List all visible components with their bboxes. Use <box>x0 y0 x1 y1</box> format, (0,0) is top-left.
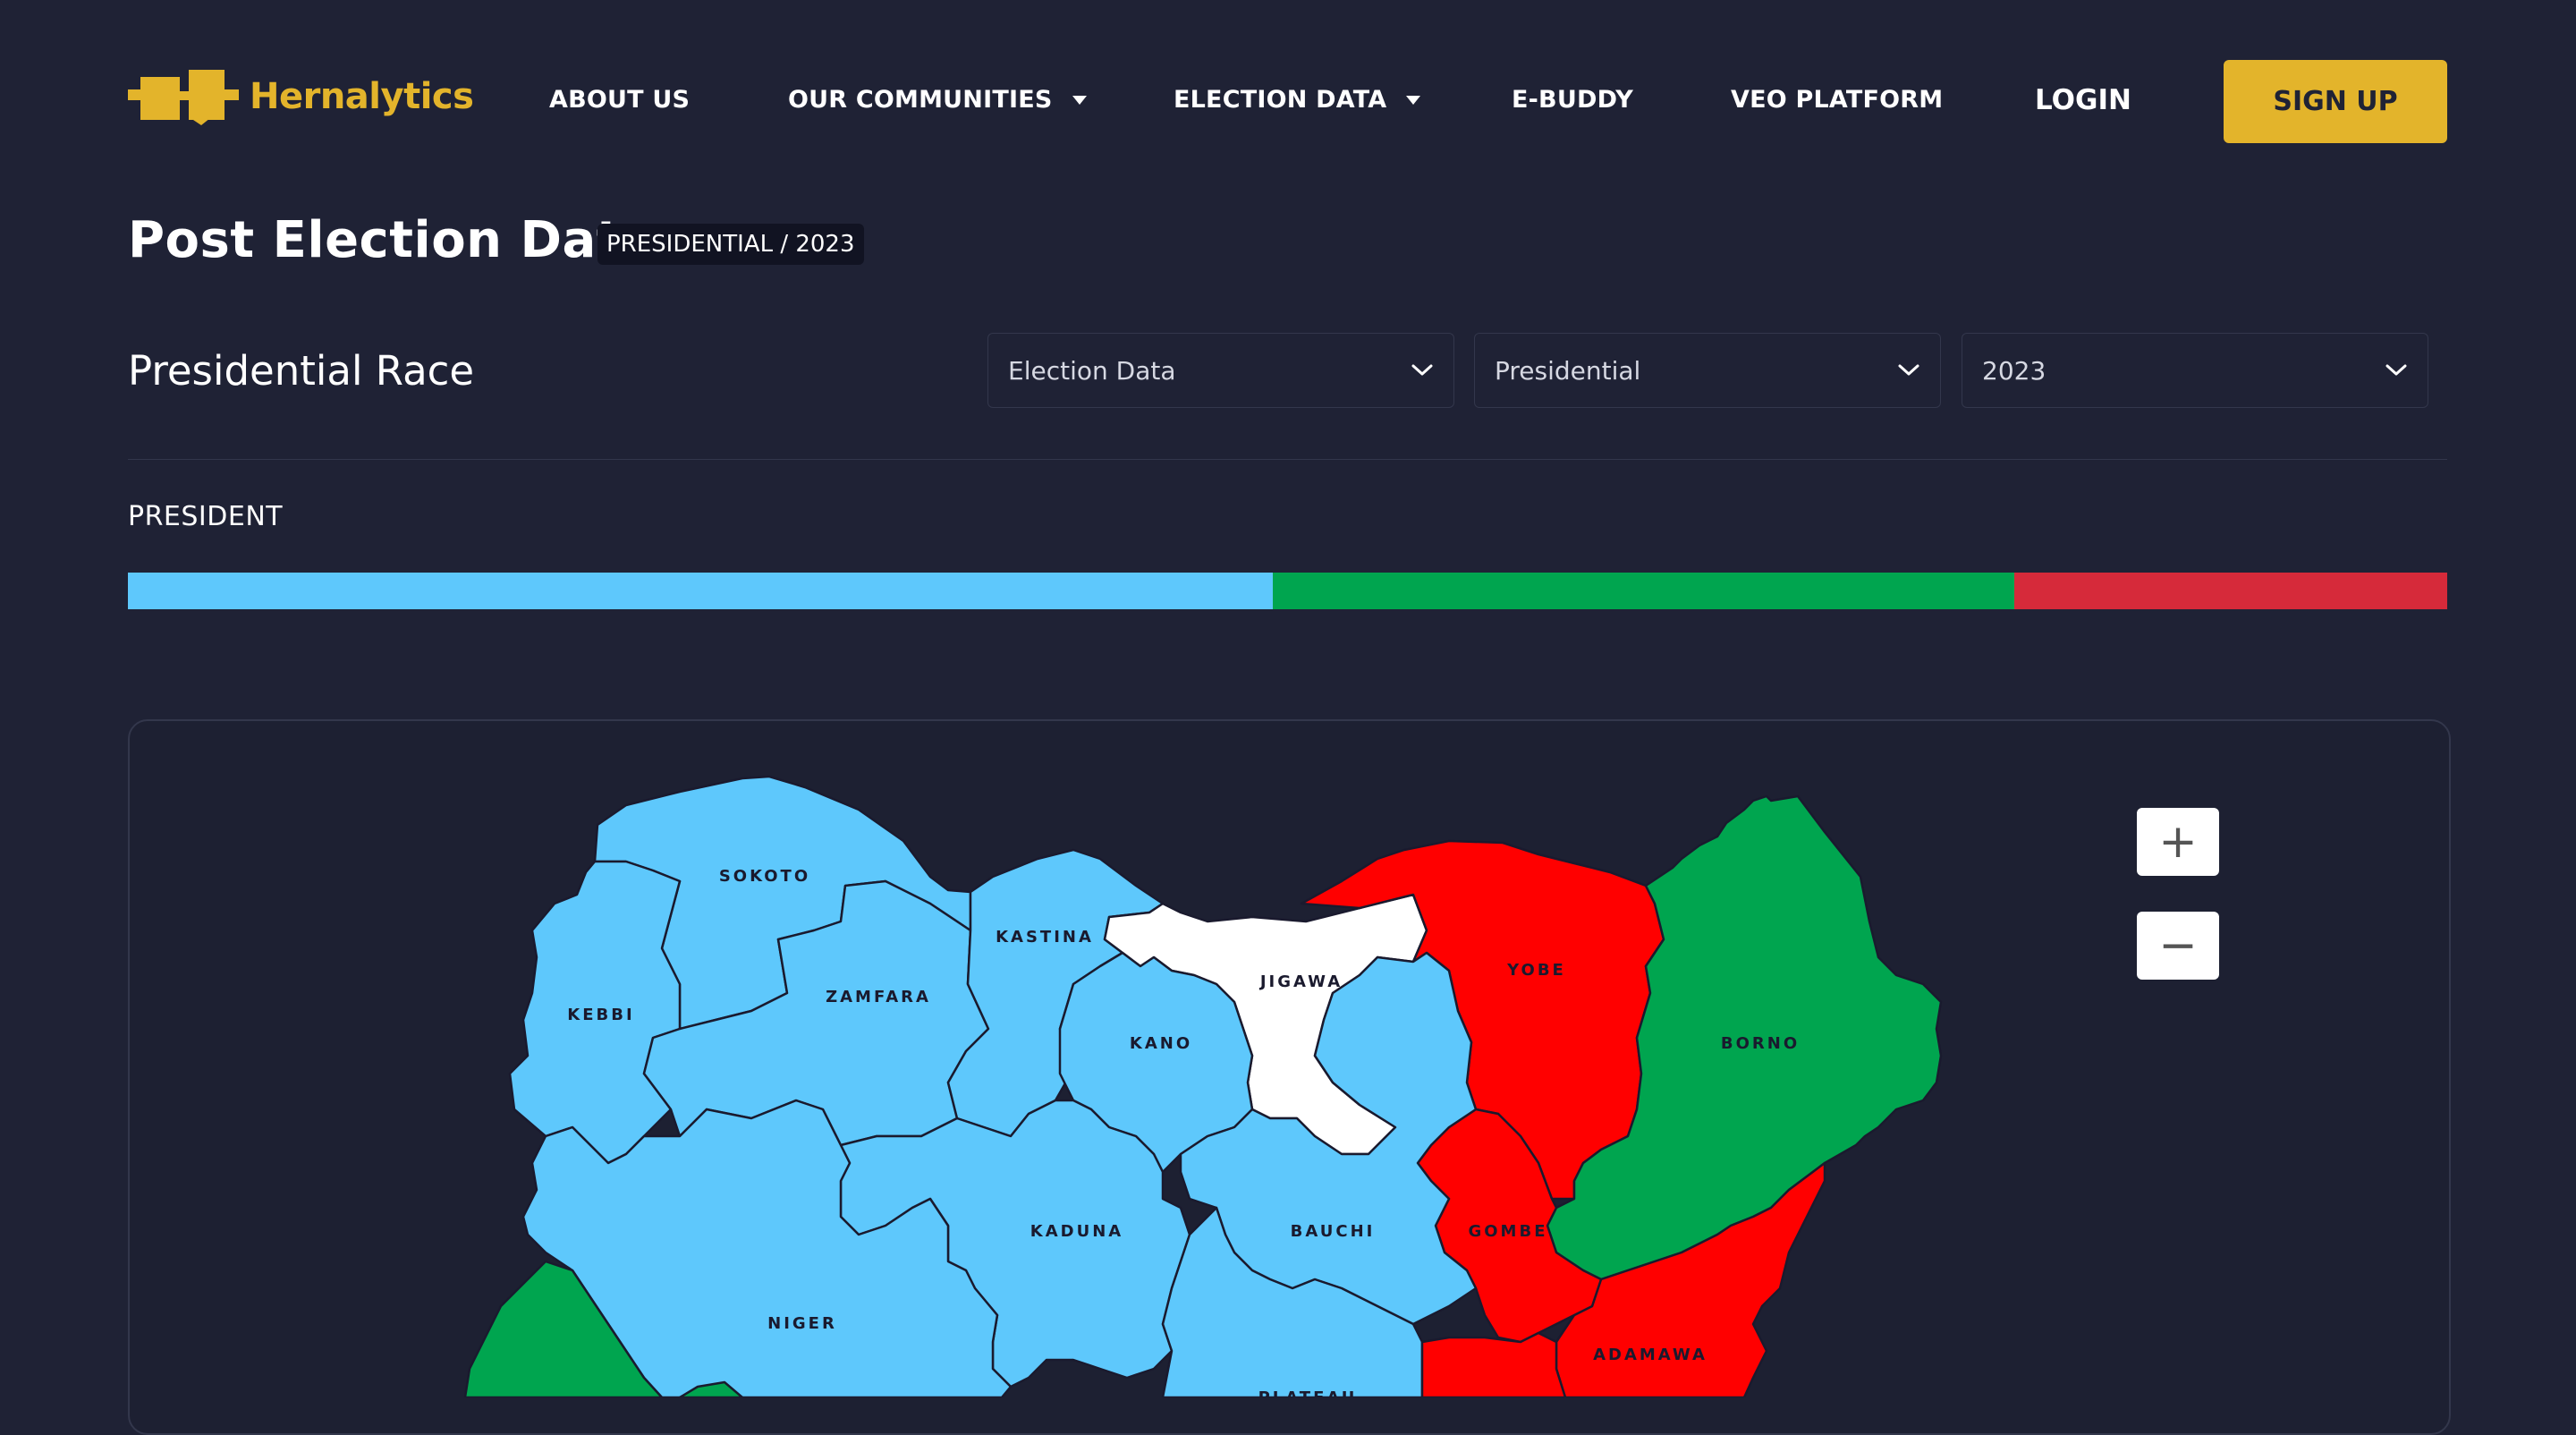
nav-about-us-label: ABOUT US <box>549 86 691 114</box>
caret-down-icon <box>1406 95 1421 105</box>
state-taraba[interactable] <box>1420 1331 1567 1397</box>
chevron-down-icon <box>1411 364 1433 376</box>
nav-veo-platform[interactable]: VEO PLATFORM <box>1731 86 1943 114</box>
sign-up-button[interactable]: SIGN UP <box>2224 60 2447 143</box>
hernalytics-logo-icon <box>128 70 239 125</box>
nav-veo-platform-label: VEO PLATFORM <box>1731 86 1944 114</box>
race-title: Presidential Race <box>128 347 475 395</box>
category-select-value: Election Data <box>1008 355 1176 386</box>
zoom-in-button[interactable]: + <box>2137 808 2219 876</box>
president-section-label: PRESIDENT <box>128 501 284 532</box>
election-type-select[interactable]: Presidential <box>1474 333 1941 408</box>
nav-our-communities-label: OUR COMMUNITIES <box>788 86 1053 114</box>
nav-e-buddy[interactable]: E-BUDDY <box>1512 86 1633 114</box>
nav-e-buddy-label: E-BUDDY <box>1512 86 1633 114</box>
brand-logo[interactable]: Hernalytics <box>128 68 474 125</box>
nav-election-data[interactable]: ELECTION DATA <box>1174 86 1421 114</box>
year-select[interactable]: 2023 <box>1962 333 2428 408</box>
vote-share-segment <box>1272 573 2014 609</box>
year-select-value: 2023 <box>1982 355 2046 386</box>
page-title: Post Election Data <box>128 211 656 269</box>
caret-down-icon <box>1072 95 1087 105</box>
zoom-out-button[interactable]: − <box>2137 912 2219 980</box>
nav-election-data-label: ELECTION DATA <box>1174 86 1387 114</box>
vote-share-bar <box>128 573 2447 609</box>
breadcrumb-badge: PRESIDENTIAL / 2023 <box>597 224 864 265</box>
election-type-select-value: Presidential <box>1495 355 1641 386</box>
vote-share-segment <box>2013 573 2447 609</box>
login-link[interactable]: LOGIN <box>2035 84 2131 116</box>
section-divider <box>128 459 2447 460</box>
chevron-down-icon <box>1898 364 1919 376</box>
category-select[interactable]: Election Data <box>987 333 1454 408</box>
chevron-down-icon <box>2385 364 2407 376</box>
nav-our-communities[interactable]: OUR COMMUNITIES <box>788 86 1087 114</box>
nav-about-us[interactable]: ABOUT US <box>549 86 690 114</box>
brand-name: Hernalytics <box>250 76 474 117</box>
vote-share-segment <box>128 573 1273 609</box>
